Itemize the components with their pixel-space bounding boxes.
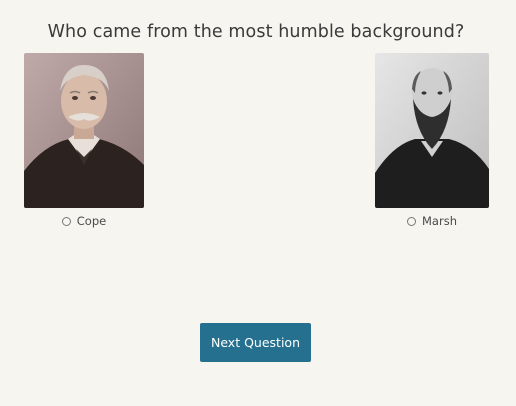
option-marsh[interactable]: Marsh xyxy=(375,53,489,228)
cope-portrait-image[interactable] xyxy=(24,53,144,208)
option-cope-label: Cope xyxy=(76,214,107,228)
question-text: Who came from the most humble background… xyxy=(47,22,465,42)
next-question-button[interactable]: Next Question xyxy=(200,323,311,362)
radio-marsh[interactable] xyxy=(407,216,416,226)
option-cope-choice[interactable]: Cope xyxy=(24,214,144,228)
option-marsh-choice[interactable]: Marsh xyxy=(375,214,489,228)
radio-cope[interactable] xyxy=(61,216,71,226)
option-marsh-label: Marsh xyxy=(422,214,457,228)
marsh-portrait-image[interactable] xyxy=(375,53,489,208)
option-cope[interactable]: Cope xyxy=(24,53,144,228)
